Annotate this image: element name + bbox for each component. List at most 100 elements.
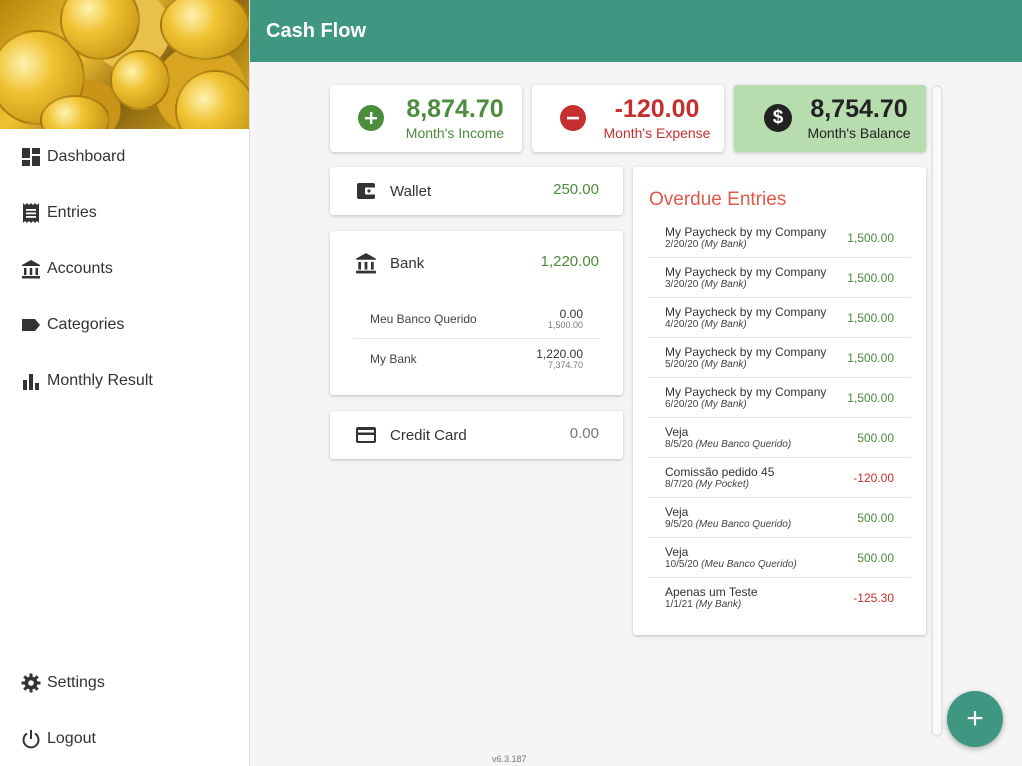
overdue-entry-row[interactable]: My Paycheck by my Company 5/20/20 (My Ban… — [649, 338, 910, 378]
entry-account: (Meu Banco Querido) — [695, 439, 792, 450]
scrollbar[interactable] — [931, 85, 943, 737]
entry-account: (My Bank) — [695, 599, 742, 610]
entry-amount: 1,500.00 — [847, 391, 894, 405]
entry-date-line: 8/7/20 (My Pocket) — [665, 479, 749, 490]
expense-label: Month's Expense — [603, 125, 711, 141]
credit-card-card[interactable]: Credit Card 0.00 — [330, 411, 623, 459]
account-total: 1,220.00 — [540, 253, 599, 270]
entry-description: My Paycheck by my Company — [665, 225, 827, 239]
entry-amount: 500.00 — [857, 551, 894, 565]
overdue-entry-row[interactable]: My Paycheck by my Company 2/20/20 (My Ban… — [649, 218, 910, 258]
sub-account-row[interactable]: My Bank 1,220.00 7,374.70 — [354, 339, 599, 379]
dollar-circle-icon: $ — [764, 104, 792, 132]
entry-date: 2/20/20 — [665, 239, 699, 250]
sub-account-forecast: 1,500.00 — [547, 320, 583, 330]
label-icon — [20, 314, 42, 336]
entry-description: My Paycheck by my Company — [665, 305, 827, 319]
sub-account-forecast: 7,374.70 — [547, 360, 583, 370]
overdue-entry-row[interactable]: Veja 10/5/20 (Meu Banco Querido) 500.00 — [649, 538, 910, 578]
entry-description: My Paycheck by my Company — [665, 385, 827, 399]
entry-amount: 500.00 — [857, 431, 894, 445]
account-name: Credit Card — [390, 426, 467, 444]
credit-card-icon — [354, 423, 378, 447]
sidebar-item-label: Dashboard — [47, 148, 126, 165]
overdue-entry-row[interactable]: My Paycheck by my Company 3/20/20 (My Ban… — [649, 258, 910, 298]
account-name: Wallet — [390, 182, 432, 200]
entry-amount: 1,500.00 — [847, 351, 894, 365]
overdue-entry-row[interactable]: Veja 9/5/20 (Meu Banco Querido) 500.00 — [649, 498, 910, 538]
entry-date: 4/20/20 — [665, 319, 699, 330]
gold-coins-banner — [0, 0, 249, 129]
entry-description: Comissão pedido 45 — [665, 465, 775, 479]
entry-description: My Paycheck by my Company — [665, 345, 827, 359]
sidebar-item-logout[interactable]: Logout — [20, 727, 96, 751]
entry-account: (My Bank) — [701, 359, 747, 370]
income-value: 8,874.70 — [406, 95, 504, 123]
sidebar: Dashboard Entries Accounts Categories Mo… — [0, 0, 250, 766]
account-total: 0.00 — [569, 425, 599, 442]
sidebar-item-monthly-result[interactable]: Monthly Result — [20, 369, 153, 393]
entry-account: (My Bank) — [701, 399, 747, 410]
entry-account: (My Bank) — [701, 319, 747, 330]
entry-description: Veja — [665, 545, 689, 559]
entry-date-line: 5/20/20 (My Bank) — [665, 359, 747, 370]
wallet-icon — [354, 179, 378, 203]
entry-date: 8/7/20 — [665, 479, 693, 490]
sidebar-item-label: Accounts — [47, 260, 113, 277]
overdue-entry-row[interactable]: My Paycheck by my Company 6/20/20 (My Ban… — [649, 378, 910, 418]
entry-date-line: 9/5/20 (Meu Banco Querido) — [665, 519, 791, 530]
overdue-entry-row[interactable]: Apenas um Teste 1/1/21 (My Bank) -125.30 — [649, 578, 910, 618]
entry-amount: 1,500.00 — [847, 231, 894, 245]
entry-date: 6/20/20 — [665, 399, 699, 410]
entry-description: Apenas um Teste — [665, 585, 758, 599]
entry-date-line: 1/1/21 (My Bank) — [665, 599, 741, 610]
entry-date-line: 2/20/20 (My Bank) — [665, 239, 747, 250]
sidebar-item-label: Monthly Result — [47, 372, 153, 389]
wallet-card[interactable]: Wallet 250.00 — [330, 167, 623, 215]
expense-value: -120.00 — [614, 95, 700, 123]
overdue-entry-row[interactable]: Comissão pedido 45 8/7/20 (My Pocket) -120… — [649, 458, 910, 498]
add-entry-button[interactable]: + — [947, 691, 1003, 747]
entry-date-line: 4/20/20 (My Bank) — [665, 319, 747, 330]
receipt-icon — [20, 202, 42, 224]
top-app-bar: Cash Flow — [250, 0, 1022, 62]
entry-amount: 500.00 — [857, 511, 894, 525]
entry-description: My Paycheck by my Company — [665, 265, 827, 279]
overdue-title: Overdue Entries — [649, 189, 787, 210]
entry-date: 9/5/20 — [665, 519, 693, 530]
entry-account: (My Pocket) — [695, 479, 749, 490]
sidebar-item-label: Entries — [47, 204, 97, 221]
entry-amount: 1,500.00 — [847, 311, 894, 325]
bank-icon — [20, 258, 42, 280]
income-card: 8,874.70 Month's Income — [330, 85, 522, 152]
overdue-entries-card: Overdue Entries My Paycheck by my Compan… — [633, 167, 926, 635]
entry-account: (My Bank) — [701, 239, 747, 250]
sidebar-item-dashboard[interactable]: Dashboard — [20, 145, 125, 169]
entry-date: 10/5/20 — [665, 559, 699, 570]
entry-date: 8/5/20 — [665, 439, 693, 450]
entry-date: 1/1/21 — [665, 599, 693, 610]
bank-card[interactable]: Bank 1,220.00 Meu Banco Querido 0.00 1,5… — [330, 231, 623, 395]
sidebar-item-settings[interactable]: Settings — [20, 671, 105, 695]
sub-account-balance: 1,220.00 — [536, 347, 583, 361]
entry-amount: -125.30 — [853, 591, 894, 605]
minus-circle-icon — [560, 105, 586, 131]
sub-account-balance: 0.00 — [559, 307, 583, 321]
overdue-entry-row[interactable]: Veja 8/5/20 (Meu Banco Querido) 500.00 — [649, 418, 910, 458]
page-title: Cash Flow — [266, 20, 367, 42]
entry-description: Veja — [665, 425, 689, 439]
sidebar-item-entries[interactable]: Entries — [20, 201, 97, 225]
entry-account: (Meu Banco Querido) — [695, 519, 792, 530]
gear-icon — [20, 672, 42, 694]
entry-date: 5/20/20 — [665, 359, 699, 370]
account-name: Bank — [390, 254, 425, 272]
sidebar-item-categories[interactable]: Categories — [20, 313, 124, 337]
balance-value: 8,754.70 — [810, 95, 908, 123]
entry-date-line: 10/5/20 (Meu Banco Querido) — [665, 559, 797, 570]
overdue-entry-row[interactable]: My Paycheck by my Company 4/20/20 (My Ban… — [649, 298, 910, 338]
sidebar-item-accounts[interactable]: Accounts — [20, 257, 113, 281]
sub-account-row[interactable]: Meu Banco Querido 0.00 1,500.00 — [354, 299, 599, 339]
sidebar-item-label: Settings — [47, 674, 105, 691]
entry-account: (My Bank) — [701, 279, 747, 290]
app-version: v6.3.187 — [492, 754, 527, 764]
